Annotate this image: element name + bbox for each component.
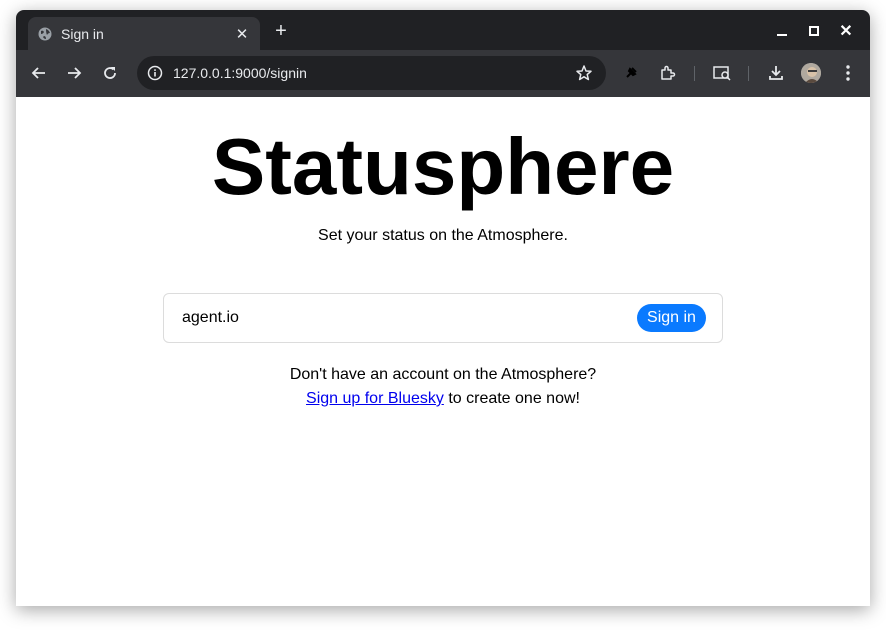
page-title: Statusphere (211, 122, 675, 211)
title-bar: Sign in ✕ + ✕ (16, 10, 870, 50)
signup-suffix: to create one now! (443, 390, 580, 407)
url-text: 127.0.0.1:9000/signin (173, 65, 307, 81)
handle-input[interactable] (182, 307, 622, 329)
tab-title: Sign in (61, 25, 104, 42)
pin-icon[interactable] (619, 61, 643, 85)
minimize-icon (777, 34, 787, 36)
page-content: Statusphere Set your status on the Atmos… (16, 97, 870, 606)
signup-question: Don't have an account on the Atmosphere? (289, 366, 597, 383)
address-bar[interactable]: 127.0.0.1:9000/signin (137, 56, 606, 90)
reload-button[interactable] (97, 60, 123, 86)
forward-arrow-icon (68, 67, 82, 79)
site-info-icon[interactable] (145, 63, 165, 83)
signin-form: Sign in (163, 293, 723, 343)
reload-icon (104, 67, 116, 79)
page-subtitle: Set your status on the Atmosphere. (318, 227, 568, 244)
forward-button[interactable] (61, 60, 87, 86)
browser-toolbar: 127.0.0.1:9000/signin (16, 50, 870, 97)
window-controls: ✕ (766, 18, 862, 44)
signup-prompt: Sign up for Bluesky to create one now! (16, 390, 870, 408)
new-tab-button[interactable]: + (270, 18, 292, 44)
close-icon: ✕ (839, 23, 853, 40)
kebab-menu-icon[interactable] (836, 61, 860, 85)
profile-avatar[interactable] (801, 63, 821, 83)
back-arrow-icon (31, 67, 45, 79)
toolbar-separator (694, 66, 695, 81)
minimize-button[interactable] (766, 18, 798, 44)
signup-link[interactable]: Sign up for Bluesky (306, 390, 444, 407)
close-window-button[interactable]: ✕ (830, 18, 862, 44)
back-button[interactable] (26, 60, 52, 86)
media-controls-icon[interactable] (710, 61, 734, 85)
browser-window: Sign in ✕ + ✕ 127.0.0.1:9000/signin Stat… (16, 10, 870, 606)
extensions-icon[interactable] (656, 61, 680, 85)
tab-sign-in[interactable]: Sign in ✕ (28, 17, 260, 50)
bookmark-star-icon[interactable] (574, 63, 594, 83)
sign-in-button[interactable]: Sign in (637, 304, 706, 332)
maximize-icon (809, 26, 819, 36)
maximize-button[interactable] (798, 18, 830, 44)
tab-close-icon[interactable]: ✕ (230, 25, 254, 43)
download-icon[interactable] (764, 61, 788, 85)
toolbar-separator (748, 66, 749, 81)
globe-icon (38, 27, 52, 41)
